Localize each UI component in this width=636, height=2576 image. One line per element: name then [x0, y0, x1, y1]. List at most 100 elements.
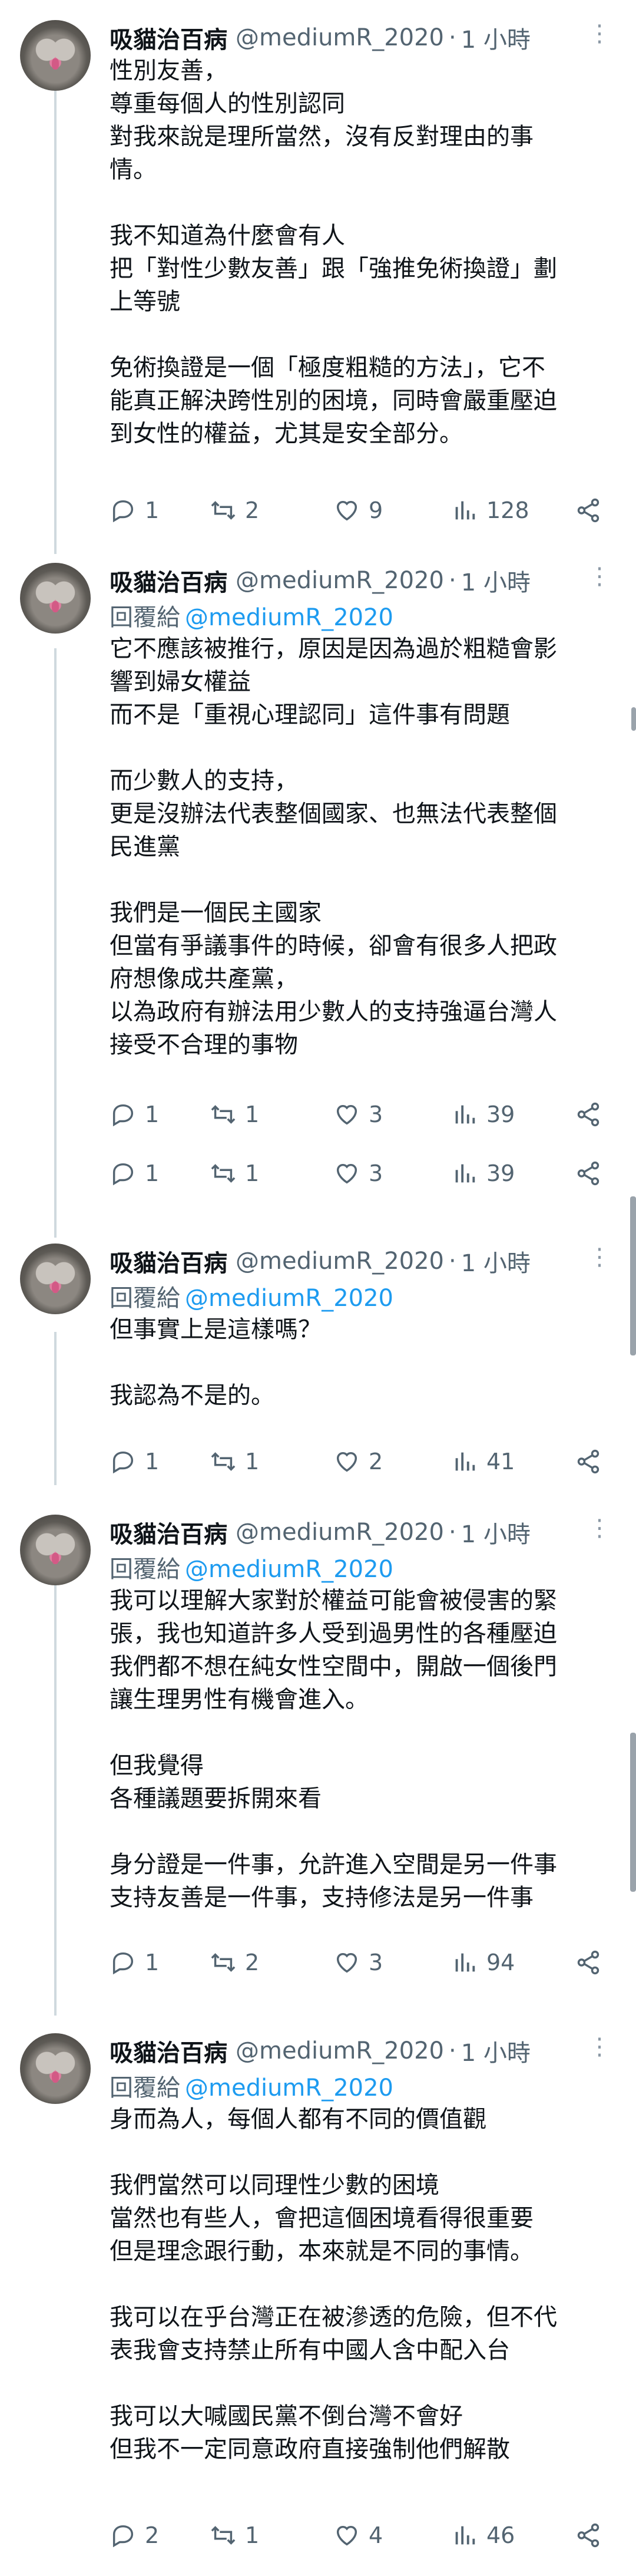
like-button[interactable]: 3 [333, 1156, 383, 1191]
share-button[interactable] [575, 2518, 602, 2553]
retweet-count: 1 [245, 1160, 260, 1186]
like-count: 3 [369, 1101, 383, 1127]
scrollbar-thumb[interactable] [631, 707, 636, 731]
tweet-text: 性別友善， 尊重每個人的性別認同 對我來說是理所當然，沒有反對理由的事 情。 我… [110, 54, 616, 450]
display-name[interactable]: 吸貓治百病 [110, 2034, 227, 2068]
reply-button[interactable]: 1 [110, 1156, 159, 1191]
user-handle[interactable]: @mediumR_2020 [236, 1248, 444, 1275]
more-options-icon[interactable]: ⋮ [588, 1515, 612, 1542]
retweet-button[interactable]: 1 [210, 1097, 259, 1132]
share-button[interactable] [575, 1097, 602, 1132]
reply-button[interactable]: 1 [110, 1945, 159, 1980]
text-line: 性別友善， [110, 57, 227, 84]
views-button[interactable]: 46 [451, 2518, 515, 2553]
reply-to-line: 回覆給 @mediumR_2020 [110, 1279, 393, 1313]
like-count: 4 [369, 2522, 383, 2548]
separator-dot: · [448, 1248, 456, 1275]
timestamp[interactable]: 1 小時 [461, 563, 531, 598]
text-line: 免術換證是一個「極度粗糙的方法」，它不 [110, 354, 545, 381]
reply-to-mention[interactable]: @mediumR_2020 [185, 1556, 393, 1583]
like-button[interactable]: 2 [333, 1444, 383, 1479]
views-button[interactable]: 39 [451, 1097, 515, 1132]
display-name[interactable]: 吸貓治百病 [110, 1515, 227, 1549]
share-button[interactable] [575, 1945, 602, 1980]
display-name[interactable]: 吸貓治百病 [110, 1244, 227, 1278]
views-button[interactable]: 128 [451, 493, 529, 528]
action-bar: 1 2 9 128 [110, 493, 604, 528]
scrollbar-thumb[interactable] [630, 1733, 636, 1892]
views-count: 39 [486, 1160, 515, 1186]
retweet-count: 2 [245, 1950, 260, 1975]
retweet-count: 1 [245, 1101, 260, 1127]
user-handle[interactable]: @mediumR_2020 [236, 2037, 444, 2064]
text-line: 我可以理解大家對於權益可能會被侵害的緊 [110, 1587, 557, 1614]
reply-icon [112, 1104, 134, 1127]
retweet-button[interactable]: 1 [210, 1444, 259, 1479]
separator-dot: · [448, 2037, 456, 2064]
timestamp[interactable]: 1 小時 [461, 1244, 531, 1278]
retweet-button[interactable]: 2 [210, 493, 259, 528]
retweet-button[interactable]: 1 [210, 1156, 259, 1191]
more-options-icon[interactable]: ⋮ [588, 1244, 612, 1271]
reply-button[interactable]: 1 [110, 493, 159, 528]
avatar[interactable] [20, 20, 91, 91]
avatar[interactable] [20, 1515, 91, 1585]
like-button[interactable]: 9 [333, 493, 383, 528]
views-button[interactable]: 39 [451, 1156, 515, 1191]
share-button[interactable] [575, 1444, 602, 1479]
more-options-icon[interactable]: ⋮ [588, 20, 612, 47]
scrollbar-thumb[interactable] [630, 1196, 636, 1355]
reply-to-mention[interactable]: @mediumR_2020 [185, 604, 393, 631]
reply-count: 1 [145, 1101, 160, 1127]
reply-to-mention[interactable]: @mediumR_2020 [185, 2074, 393, 2102]
reply-button[interactable]: 1 [110, 1097, 159, 1132]
avatar[interactable] [20, 2033, 91, 2104]
action-bar: 1 1 3 39 [110, 1097, 604, 1132]
text-line: 但我不一定同意政府直接強制他們解散 [110, 2436, 510, 2463]
display-name[interactable]: 吸貓治百病 [110, 21, 227, 55]
reply-icon [112, 1952, 134, 1975]
reply-to-mention[interactable]: @mediumR_2020 [185, 1285, 393, 1312]
display-name[interactable]: 吸貓治百病 [110, 563, 227, 598]
views-button[interactable]: 94 [451, 1945, 515, 1980]
user-handle[interactable]: @mediumR_2020 [236, 24, 444, 51]
more-options-icon[interactable]: ⋮ [588, 563, 612, 590]
text-line: 表我會支持禁止所有中國人含中配入台 [110, 2337, 510, 2364]
like-button[interactable]: 4 [333, 2518, 383, 2553]
thread-line [54, 1332, 57, 1485]
separator-dot: · [448, 1519, 456, 1546]
reply-icon [112, 1163, 134, 1186]
user-handle[interactable]: @mediumR_2020 [236, 567, 444, 594]
text-line: 而少數人的支持， [110, 767, 298, 794]
share-button[interactable] [575, 1156, 602, 1191]
text-line: 響到婦女權益 [110, 668, 251, 695]
like-button[interactable]: 3 [333, 1097, 383, 1132]
retweet-icon [211, 2526, 236, 2545]
heart-icon [336, 1452, 357, 1472]
views-button[interactable]: 41 [451, 1444, 515, 1479]
text-line: 但事實上是這樣嗎？ [110, 1316, 322, 1343]
reply-button[interactable]: 1 [110, 1444, 159, 1479]
reply-to-label: 回覆給 [110, 1285, 180, 1312]
share-button[interactable] [575, 493, 602, 528]
avatar[interactable] [20, 1244, 91, 1314]
like-button[interactable]: 3 [333, 1945, 383, 1980]
retweet-button[interactable]: 1 [210, 2518, 259, 2553]
user-handle[interactable]: @mediumR_2020 [236, 1519, 444, 1546]
reply-button[interactable]: 2 [110, 2518, 159, 2553]
retweet-count: 1 [245, 2522, 260, 2548]
avatar[interactable] [20, 563, 91, 634]
timestamp[interactable]: 1 小時 [461, 2034, 531, 2068]
text-line: 身而為人，每個人都有不同的價值觀 [110, 2106, 486, 2133]
retweet-button[interactable]: 2 [210, 1945, 259, 1980]
timestamp[interactable]: 1 小時 [461, 21, 531, 55]
timestamp[interactable]: 1 小時 [461, 1515, 531, 1549]
text-line: 我認為不是的。 [110, 1382, 274, 1409]
share-icon [577, 2523, 599, 2548]
reply-count: 1 [145, 1950, 160, 1975]
action-bar: 1 1 3 39 [110, 1156, 604, 1191]
more-options-icon[interactable]: ⋮ [588, 2033, 612, 2060]
text-line: 而不是「重視心理認同」這件事有問題 [110, 701, 510, 728]
